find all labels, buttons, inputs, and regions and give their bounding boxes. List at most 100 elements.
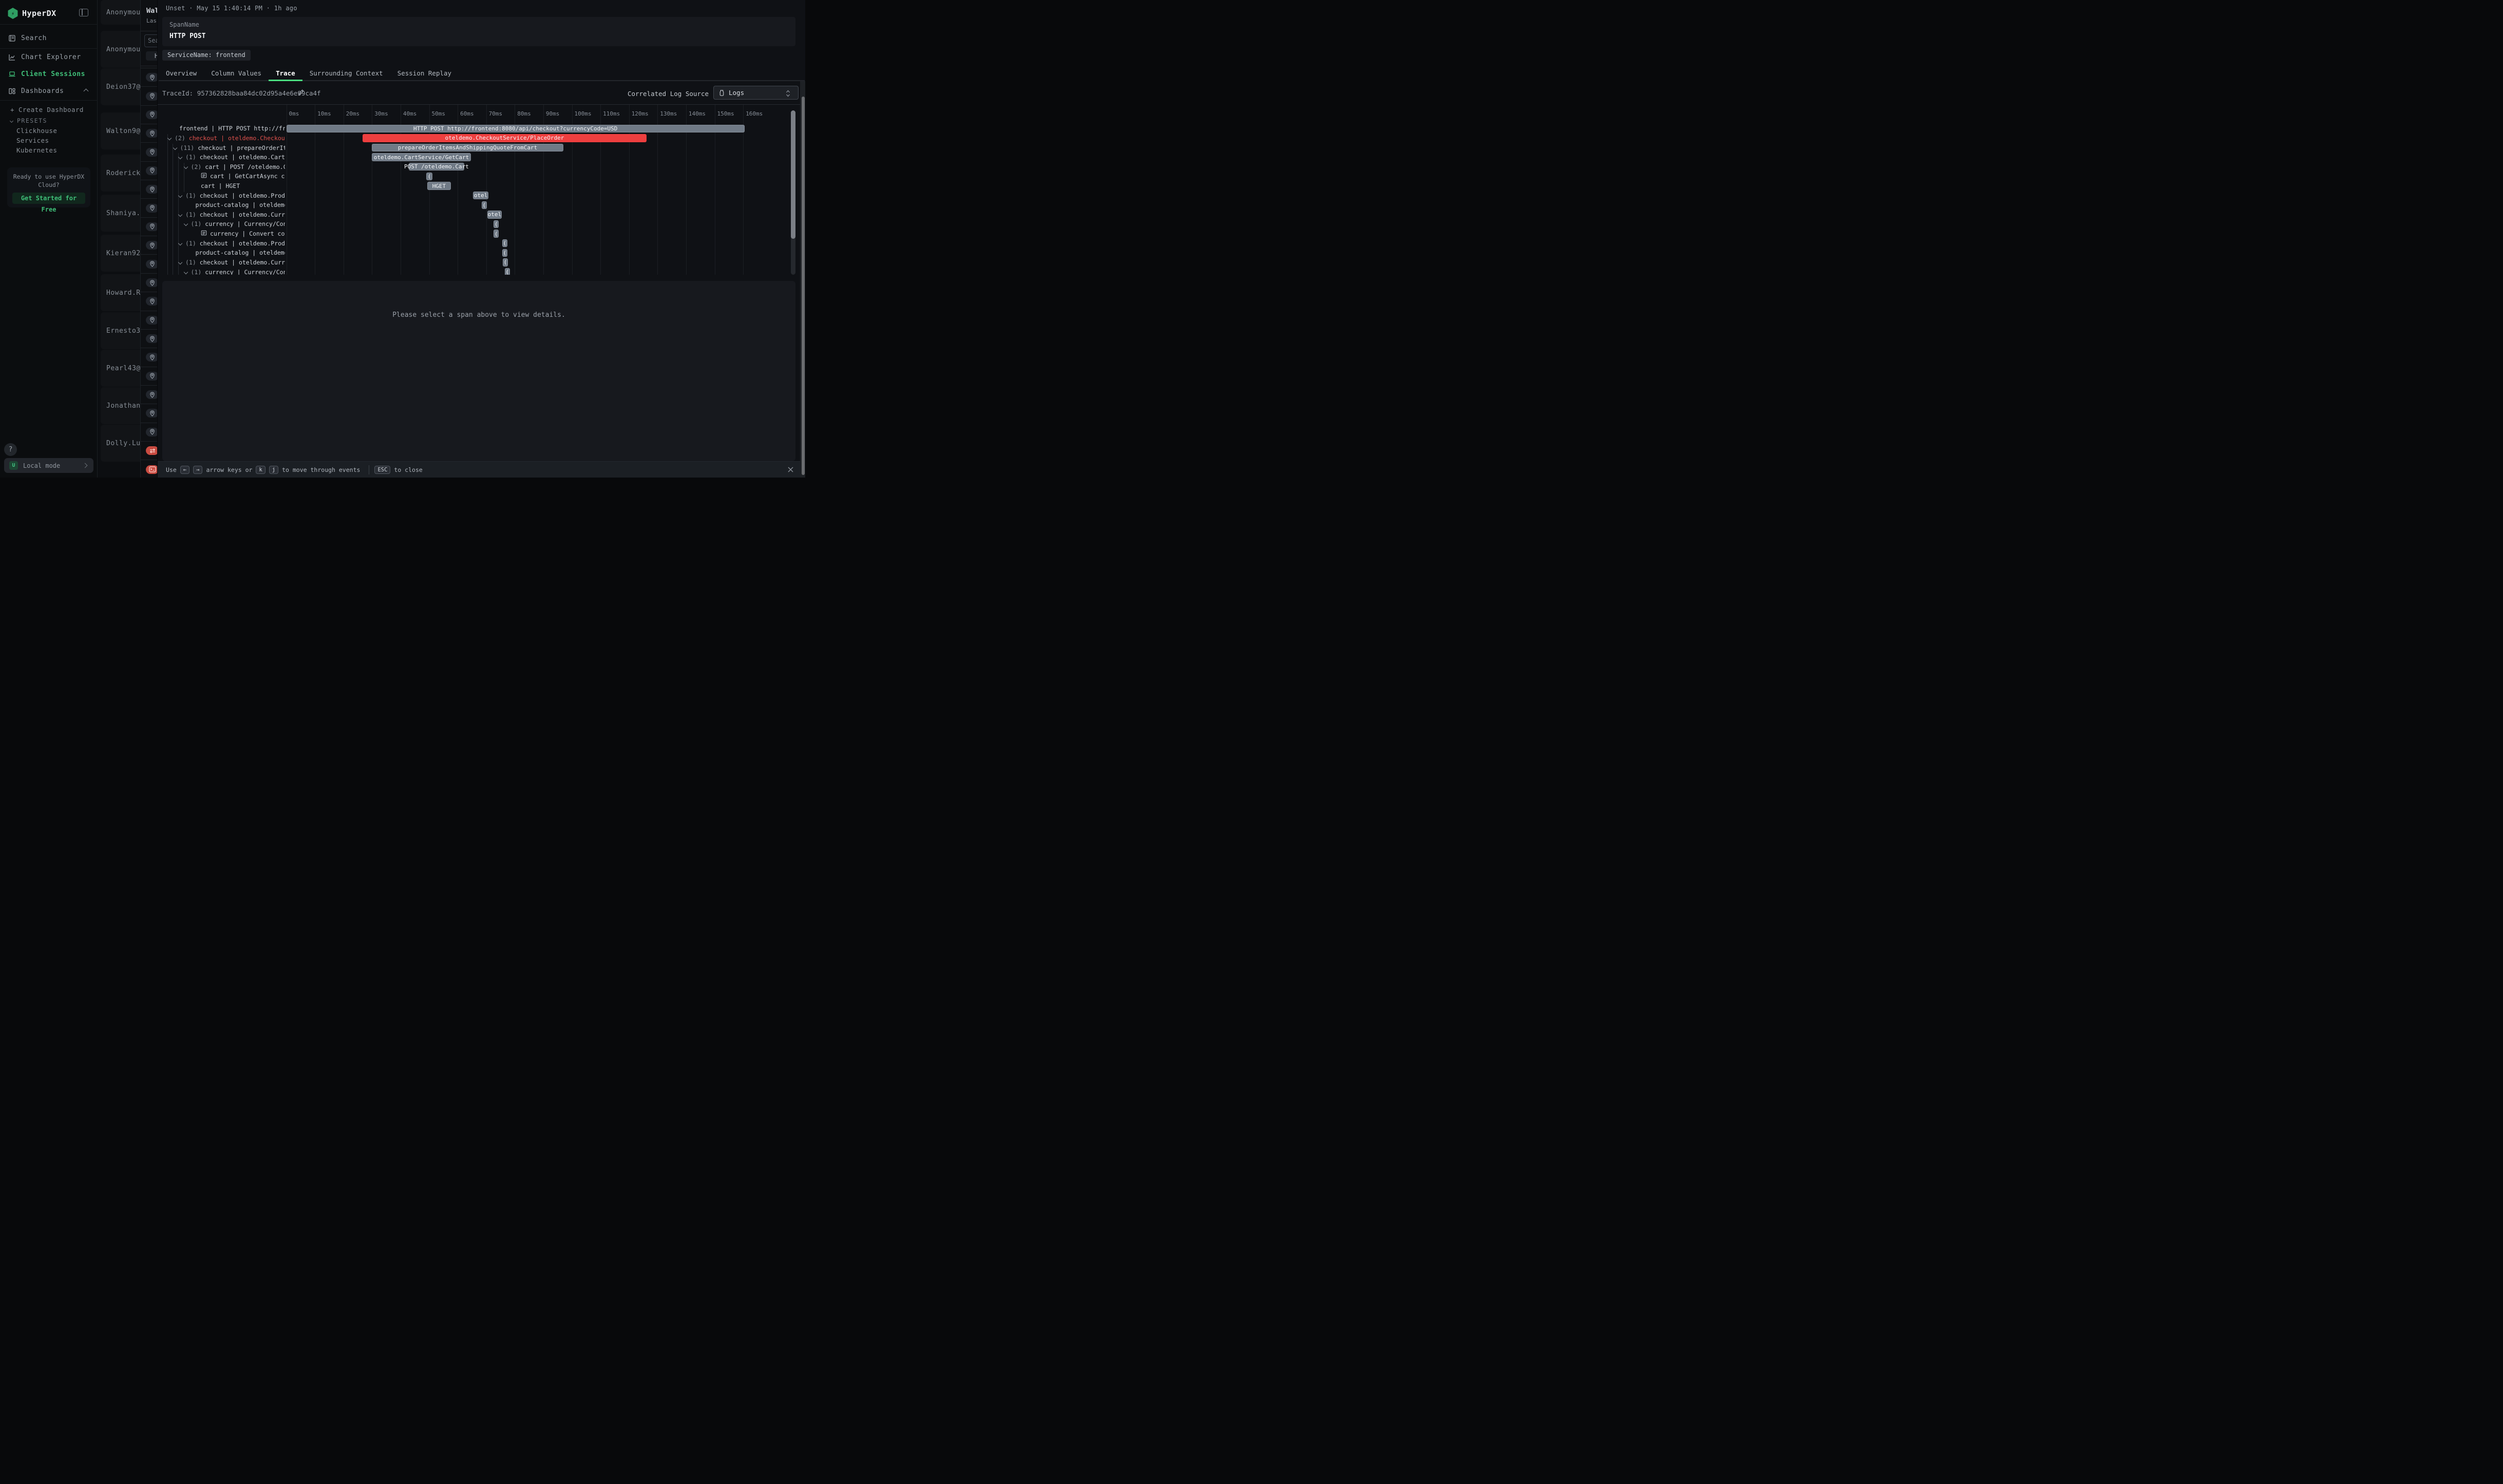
event-row[interactable] bbox=[141, 236, 157, 255]
chevron-down-icon[interactable] bbox=[183, 165, 187, 169]
span-tree-row[interactable]: (1)checkout | oteldemo.CurrencySe… bbox=[158, 258, 285, 268]
event-row[interactable] bbox=[141, 442, 157, 460]
chevron-down-icon[interactable] bbox=[178, 155, 182, 159]
pin-icon[interactable] bbox=[146, 222, 157, 231]
span-tree-row[interactable]: (1)currency | Currency/Convert bbox=[158, 267, 285, 275]
chevron-down-icon[interactable] bbox=[183, 222, 187, 226]
sidebar-collapse-icon[interactable] bbox=[79, 9, 88, 16]
span-tree-row[interactable]: (1)currency | Currency/Convert bbox=[158, 219, 285, 229]
event-row[interactable] bbox=[141, 124, 157, 143]
event-row[interactable] bbox=[141, 330, 157, 348]
span-tree-row[interactable]: (1)checkout | oteldemo.CartServic… bbox=[158, 153, 285, 162]
event-row[interactable] bbox=[141, 162, 157, 180]
session-list-item[interactable]: Walton9@ho bbox=[101, 112, 140, 149]
pin-icon[interactable] bbox=[146, 390, 157, 399]
preset-services[interactable]: Services bbox=[0, 135, 97, 145]
session-list-item[interactable]: Anonymous bbox=[101, 31, 140, 68]
span-tree-row[interactable]: (1)checkout | oteldemo.CurrencySe… bbox=[158, 210, 285, 220]
span-bar[interactable]: ( bbox=[494, 230, 499, 237]
page-scrollbar-thumb[interactable] bbox=[802, 97, 805, 475]
session-list-item[interactable]: Anonymous bbox=[101, 0, 140, 25]
log-source-select[interactable]: Logs bbox=[713, 86, 799, 100]
pin-icon[interactable] bbox=[146, 334, 157, 343]
tab-column-values[interactable]: Column Values bbox=[204, 66, 269, 80]
span-bar[interactable]: oteldemo.CartService/GetCart bbox=[372, 153, 470, 161]
chevron-down-icon[interactable] bbox=[178, 260, 182, 264]
search-input[interactable]: Sea bbox=[144, 34, 157, 47]
session-list-item[interactable]: Kieran92@h bbox=[101, 235, 140, 272]
session-list-item[interactable]: Howard.Ru bbox=[101, 274, 140, 311]
pin-icon[interactable] bbox=[146, 110, 157, 119]
span-bar[interactable]: ( bbox=[502, 249, 507, 257]
terminal-icon[interactable] bbox=[146, 465, 157, 474]
pin-icon[interactable] bbox=[146, 92, 157, 101]
span-bar[interactable]: otel bbox=[487, 211, 502, 218]
chevron-down-icon[interactable] bbox=[178, 241, 182, 245]
span-tree-row[interactable]: currency | Convert convers… bbox=[158, 229, 285, 239]
chevron-down-icon[interactable] bbox=[183, 270, 187, 274]
span-tree-row[interactable]: (2)checkout | oteldemo.CheckoutServic… bbox=[158, 134, 285, 143]
span-bar[interactable]: HTTP POST http://frontend:8080/api/check… bbox=[287, 125, 745, 132]
span-tree-row[interactable]: frontend | HTTP POST http://frontend:… bbox=[158, 124, 285, 134]
session-list-item[interactable]: Deion37@gm bbox=[101, 68, 140, 105]
chevron-down-icon[interactable] bbox=[173, 145, 177, 149]
close-icon[interactable] bbox=[787, 466, 794, 475]
session-list-item[interactable]: Ernesto33 bbox=[101, 312, 140, 349]
span-tree-row[interactable]: product-catalog | oteldemo.Prod… bbox=[158, 248, 285, 258]
event-row[interactable] bbox=[141, 292, 157, 311]
sidebar-item-dashboards[interactable]: Dashboards bbox=[0, 83, 97, 99]
span-bar[interactable]: POST /oteldemo.Cart bbox=[409, 163, 464, 170]
pin-icon[interactable] bbox=[146, 166, 157, 175]
help-button[interactable]: ? bbox=[4, 443, 17, 456]
event-row[interactable] bbox=[141, 311, 157, 330]
pin-icon[interactable] bbox=[146, 316, 157, 325]
tab-overview[interactable]: Overview bbox=[159, 66, 204, 80]
event-row[interactable] bbox=[141, 106, 157, 124]
create-dashboard-button[interactable]: + Create Dashboard bbox=[0, 104, 97, 115]
event-row[interactable] bbox=[141, 386, 157, 404]
span-bar[interactable]: ( bbox=[494, 220, 499, 228]
span-tree-row[interactable]: product-catalog | oteldemo.Prod… bbox=[158, 200, 285, 210]
waterfall-scrollbar-thumb[interactable] bbox=[791, 110, 795, 239]
pin-icon[interactable] bbox=[146, 372, 157, 380]
pin-icon[interactable] bbox=[146, 129, 157, 138]
span-bar[interactable]: HGET bbox=[427, 182, 451, 189]
event-row[interactable] bbox=[141, 180, 157, 199]
span-bar[interactable]: ( bbox=[426, 173, 432, 180]
sidebar-item-client-sessions[interactable]: Client Sessions bbox=[0, 66, 97, 82]
pin-icon[interactable] bbox=[146, 278, 157, 287]
event-row[interactable] bbox=[141, 255, 157, 274]
event-row[interactable] bbox=[141, 68, 157, 87]
tab-trace[interactable]: Trace bbox=[269, 66, 302, 80]
span-tree-row[interactable]: cart | GetCartAsync called… bbox=[158, 172, 285, 181]
event-row[interactable] bbox=[141, 460, 157, 478]
presets-toggle[interactable]: PRESETS bbox=[0, 116, 97, 126]
session-list-item[interactable]: Dolly.Lub bbox=[101, 425, 140, 462]
span-bar[interactable]: ( bbox=[502, 239, 507, 247]
span-tree-row[interactable]: (2)cart | POST /oteldemo.CartSe… bbox=[158, 162, 285, 172]
strip-button[interactable]: H bbox=[146, 51, 157, 61]
edit-pencil-icon[interactable] bbox=[297, 88, 305, 98]
pin-icon[interactable] bbox=[146, 241, 157, 250]
sidebar-item-chart-explorer[interactable]: Chart Explorer bbox=[0, 49, 97, 65]
event-row[interactable] bbox=[141, 348, 157, 367]
span-tree-row[interactable]: (1)checkout | oteldemo.ProductCat… bbox=[158, 191, 285, 200]
service-name-chip[interactable]: ServiceName: frontend bbox=[162, 50, 251, 61]
pin-icon[interactable] bbox=[146, 297, 157, 306]
pin-icon[interactable] bbox=[146, 185, 157, 194]
session-list-item[interactable]: Jonathan.E bbox=[101, 387, 140, 424]
session-list-item[interactable]: Pearl43@ho bbox=[101, 350, 140, 387]
tab-session-replay[interactable]: Session Replay bbox=[390, 66, 459, 80]
event-row[interactable] bbox=[141, 404, 157, 423]
span-bar[interactable]: ( bbox=[482, 201, 487, 209]
pin-icon[interactable] bbox=[146, 260, 157, 269]
span-tree-row[interactable]: (1)checkout | oteldemo.ProductCat… bbox=[158, 238, 285, 248]
event-row[interactable] bbox=[141, 87, 157, 105]
pin-icon[interactable] bbox=[146, 353, 157, 362]
span-tree-row[interactable]: (11)checkout | prepareOrderItemsAnd… bbox=[158, 143, 285, 153]
swap-icon[interactable] bbox=[146, 446, 157, 455]
pin-icon[interactable] bbox=[146, 428, 157, 436]
span-bar[interactable]: oteldemo.CheckoutService/PlaceOrder bbox=[363, 134, 647, 142]
pin-icon[interactable] bbox=[146, 409, 157, 417]
event-row[interactable] bbox=[141, 218, 157, 236]
